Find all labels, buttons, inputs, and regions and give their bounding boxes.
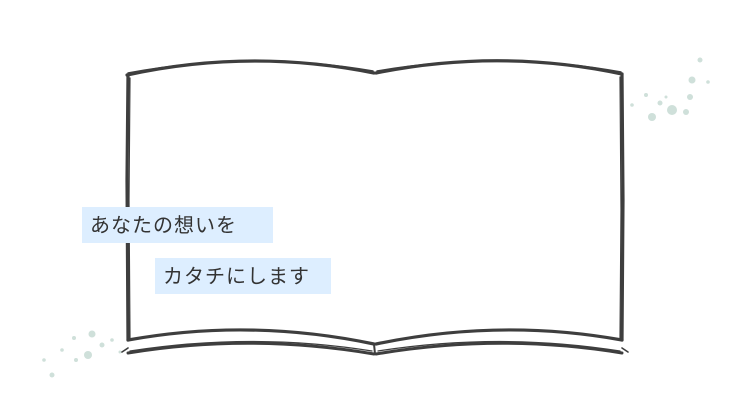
sparkle-dots-bottom-left-icon (42, 330, 122, 378)
sparkle-dots-top-right-icon (630, 57, 710, 121)
hero-illustration: あなたの想いを カタチにします (0, 0, 750, 400)
caption-line-1: あなたの想いを (82, 207, 273, 243)
open-book-icon (42, 57, 710, 378)
caption-line-2: カタチにします (155, 258, 331, 294)
